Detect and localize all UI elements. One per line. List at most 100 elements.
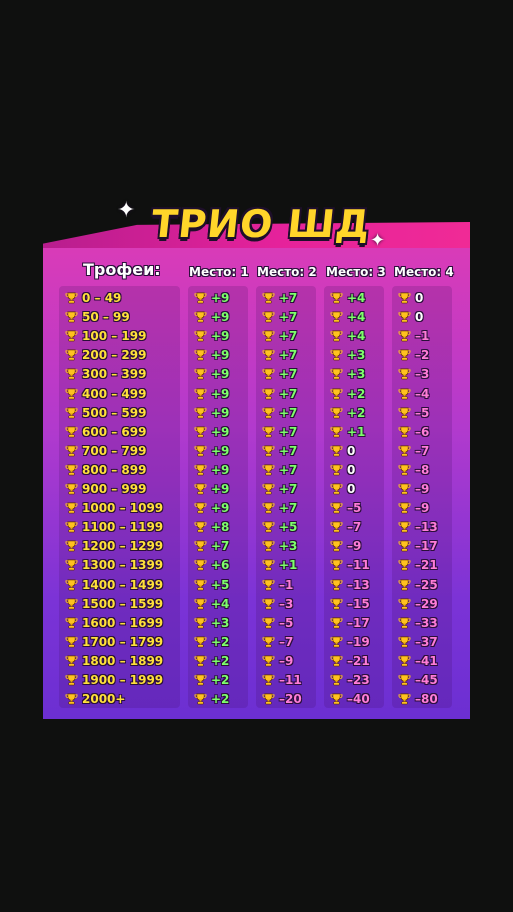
place-4-cell: –29 <box>398 596 438 613</box>
trophy-range: 100 – 199 <box>82 329 147 344</box>
trophy-icon <box>194 483 207 495</box>
place-4-cell: –25 <box>398 577 438 594</box>
place-2-cell: –1 <box>262 577 293 594</box>
trophy-change: +7 <box>279 291 298 305</box>
trophy-change: +9 <box>211 310 230 325</box>
place-3-cell: –7 <box>330 519 361 536</box>
place-3-cell: +4 <box>330 290 365 307</box>
place-2-cell: –5 <box>262 615 293 632</box>
trophy-icon <box>65 388 78 400</box>
trophy-change: –2 <box>415 348 430 363</box>
trophy-icon <box>398 636 411 648</box>
table-row: 1200 – 1299 +7 +3 –9 –17 <box>43 538 470 555</box>
trophy-icon <box>330 598 343 610</box>
trophy-range: 1700 – 1799 <box>82 634 164 649</box>
place-3-cell: –13 <box>330 577 370 594</box>
trophy-change: –5 <box>415 405 430 420</box>
trophy-change: +2 <box>211 692 230 707</box>
trophy-icon <box>194 311 207 323</box>
trophy-change: –19 <box>347 634 370 649</box>
trophy-range: 1800 – 1899 <box>82 653 164 668</box>
trophy-icon <box>398 674 411 686</box>
trophy-change: +9 <box>211 424 230 439</box>
place-2-cell: –20 <box>262 691 302 708</box>
trophy-icon <box>330 617 343 629</box>
trophy-change: +3 <box>347 348 366 363</box>
trophy-change: +5 <box>279 520 298 535</box>
trophy-icon <box>262 330 275 342</box>
place-2-cell: +1 <box>262 557 297 574</box>
trophy-range-cell: 600 – 699 <box>65 424 146 441</box>
trophy-icon <box>330 311 343 323</box>
place-1-cell: +5 <box>194 577 229 594</box>
trio-sd-poster: ✦ ✦ ТРИО ШД Трофеи: Место: 1 Место: 2 Ме… <box>43 198 470 719</box>
trophy-icon <box>194 540 207 552</box>
trophy-range-cell: 1000 – 1099 <box>65 500 163 517</box>
trophy-icon <box>194 693 207 705</box>
place-4-cell: –13 <box>398 519 438 536</box>
table-row: 200 – 299 +9 +7 +3 –2 <box>43 347 470 364</box>
trophy-change: –17 <box>415 539 438 554</box>
trophy-change: +6 <box>211 558 230 573</box>
trophy-change: –9 <box>415 482 430 496</box>
trophy-range-cell: 1400 – 1499 <box>65 577 163 594</box>
trophy-change: –13 <box>415 520 438 535</box>
trophy-icon <box>194 674 207 686</box>
trophy-change: +1 <box>279 558 298 573</box>
trophy-icon <box>194 426 207 438</box>
trophy-icon <box>330 292 343 304</box>
trophy-range: 1900 – 1999 <box>82 673 164 687</box>
trophy-icon <box>398 388 411 400</box>
trophy-change: –3 <box>279 596 294 611</box>
table-header: Трофеи: Место: 1 Место: 2 Место: 3 Место… <box>43 260 470 284</box>
trophy-icon <box>398 559 411 571</box>
trophy-icon <box>262 388 275 400</box>
trophy-icon <box>262 426 275 438</box>
trophy-change: +4 <box>347 329 366 344</box>
trophy-icon <box>65 521 78 533</box>
trophy-range-cell: 1800 – 1899 <box>65 653 163 670</box>
trophy-range-cell: 1200 – 1299 <box>65 538 163 555</box>
trophy-change: +7 <box>279 348 298 363</box>
page-title: ТРИО ШД <box>149 202 373 246</box>
trophy-change: +7 <box>279 367 298 382</box>
place-4-cell: –6 <box>398 424 429 441</box>
trophy-change: –5 <box>347 501 362 516</box>
trophy-icon <box>262 445 275 457</box>
trophy-icon <box>262 693 275 705</box>
place-3-cell: 0 <box>330 481 355 498</box>
trophy-change: +3 <box>211 615 230 630</box>
place-1-cell: +9 <box>194 386 229 403</box>
place-3-cell: –5 <box>330 500 361 517</box>
trophy-icon <box>398 693 411 705</box>
trophy-range: 1600 – 1699 <box>82 615 164 630</box>
trophy-icon <box>398 311 411 323</box>
place-4-cell: –41 <box>398 653 438 670</box>
trophy-icon <box>65 540 78 552</box>
trophy-range-cell: 2000+ <box>65 691 125 708</box>
trophy-range-cell: 50 – 99 <box>65 309 130 326</box>
trophy-icon <box>262 579 275 591</box>
table-row: 1100 – 1199 +8 +5 –7 –13 <box>43 519 470 536</box>
place-4-cell: –45 <box>398 672 438 689</box>
trophy-icon <box>262 349 275 361</box>
trophy-change: +7 <box>211 539 230 554</box>
trophy-icon <box>330 502 343 514</box>
place-3-cell: –11 <box>330 557 370 574</box>
trophy-icon <box>65 407 78 419</box>
trophy-change: +9 <box>211 482 230 496</box>
table-row: 1300 – 1399 +6 +1 –11 –21 <box>43 557 470 574</box>
trophy-change: +7 <box>279 329 298 344</box>
trophy-icon <box>330 388 343 400</box>
trophy-icon <box>194 368 207 380</box>
trophy-icon <box>262 674 275 686</box>
trophy-icon <box>262 636 275 648</box>
trophy-icon <box>65 674 78 686</box>
place-3-cell: 0 <box>330 462 355 479</box>
place-3-cell: –9 <box>330 538 361 555</box>
trophy-change: –17 <box>347 615 370 630</box>
trophy-icon <box>65 617 78 629</box>
trophy-range: 300 – 399 <box>82 367 147 382</box>
table-row: 1800 – 1899 +2 –9 –21 –41 <box>43 653 470 670</box>
place-1-cell: +9 <box>194 500 229 517</box>
